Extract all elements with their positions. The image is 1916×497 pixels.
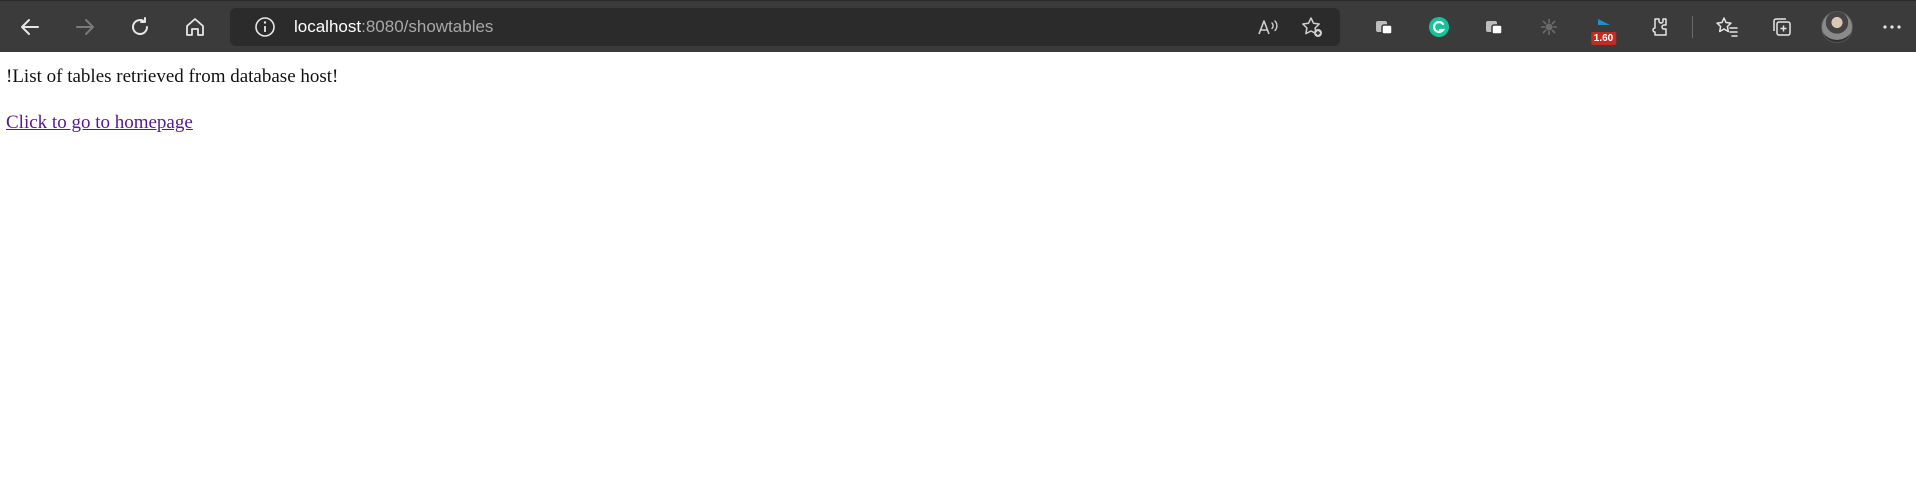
forward-icon (76, 19, 94, 35)
add-favorite-icon (1302, 17, 1322, 37)
profile-avatar (1820, 11, 1853, 43)
url-text[interactable]: localhost:8080/showtables (294, 17, 493, 37)
extension-button-2[interactable] (1466, 7, 1521, 47)
url-host: localhost (294, 17, 362, 36)
page-content: !List of tables retrieved from database … (0, 52, 1916, 148)
extension-icon (1485, 21, 1503, 35)
flag-extension-button[interactable]: 1.60 (1576, 7, 1631, 47)
refresh-button[interactable] (120, 7, 160, 47)
homepage-link[interactable]: Click to go to homepage (6, 110, 193, 136)
toolbar-separator (1692, 16, 1693, 38)
grammarly-icon (1428, 17, 1449, 37)
puzzle-icon (1651, 18, 1667, 36)
read-aloud-button[interactable] (1248, 7, 1288, 47)
home-button[interactable] (175, 7, 215, 47)
collections-icon (1772, 18, 1791, 36)
favorites-icon (1715, 17, 1738, 37)
spider-icon (1540, 19, 1557, 35)
address-bar-actions (1248, 8, 1332, 46)
favorites-button[interactable] (1699, 7, 1754, 47)
site-info-icon (255, 17, 275, 37)
extensions-button[interactable] (1631, 7, 1686, 47)
site-info-button[interactable] (248, 10, 282, 44)
extension-icon (1375, 21, 1393, 35)
grammarly-button[interactable] (1411, 7, 1466, 47)
collections-button[interactable] (1754, 7, 1809, 47)
forward-button[interactable] (65, 7, 105, 47)
add-favorite-button[interactable] (1292, 7, 1332, 47)
extension-button-1[interactable] (1356, 7, 1411, 47)
spider-extension-button[interactable] (1521, 7, 1576, 47)
extensions-area: 1.60 (1356, 7, 1916, 47)
refresh-icon (132, 17, 148, 35)
address-bar[interactable]: localhost:8080/showtables (230, 8, 1340, 46)
url-path: :8080/showtables (361, 17, 494, 36)
profile-button[interactable] (1809, 7, 1864, 47)
browser-toolbar: localhost:8080/showtables 1.60 (0, 0, 1916, 52)
back-button[interactable] (10, 7, 50, 47)
more-button[interactable] (1864, 7, 1916, 47)
more-icon (1882, 25, 1901, 29)
home-icon (186, 18, 204, 36)
read-aloud-icon (1258, 20, 1278, 35)
extension-badge: 1.60 (1590, 32, 1617, 45)
back-icon (21, 19, 39, 35)
status-message: !List of tables retrieved from database … (6, 66, 339, 87)
